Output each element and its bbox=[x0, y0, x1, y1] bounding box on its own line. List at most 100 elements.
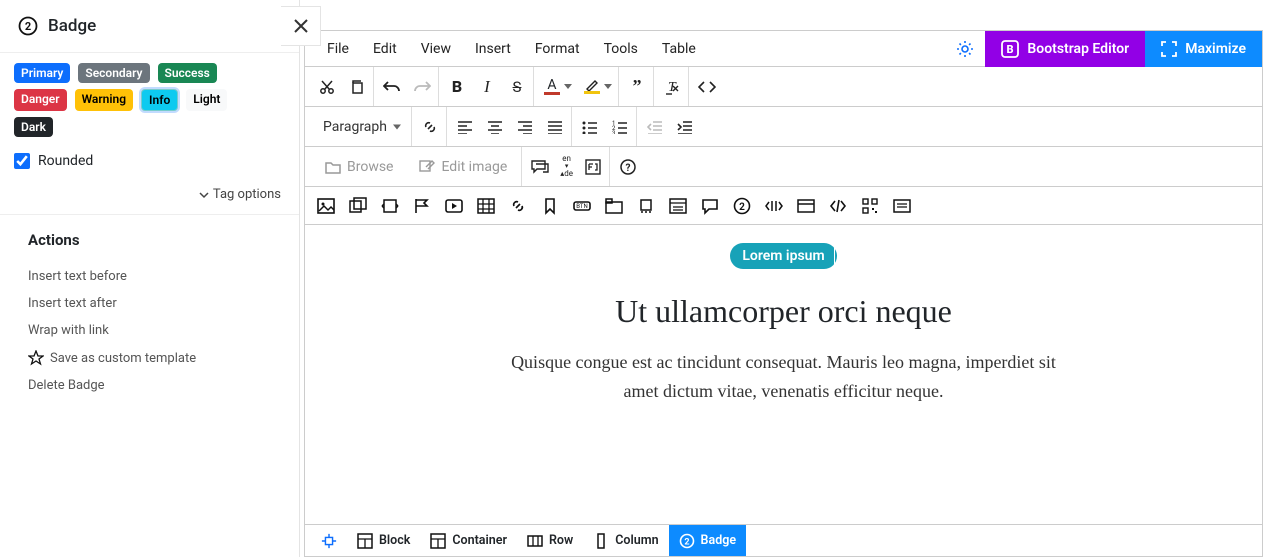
language-button[interactable]: en▾▴de bbox=[560, 157, 573, 177]
badge-option-danger[interactable]: Danger bbox=[14, 89, 67, 111]
align-right-button[interactable] bbox=[515, 117, 535, 137]
badge-option-warning[interactable]: Warning bbox=[75, 89, 133, 111]
breadcrumb-label: Column bbox=[615, 533, 658, 548]
action-label: Insert text after bbox=[28, 296, 117, 311]
preview-badge[interactable]: Lorem ipsum bbox=[730, 243, 836, 269]
align-left-button[interactable] bbox=[455, 117, 475, 137]
action-save-template[interactable]: Save as custom template bbox=[28, 344, 271, 372]
undo-button[interactable] bbox=[382, 77, 402, 97]
action-insert-after[interactable]: Insert text after bbox=[28, 290, 271, 317]
maximize-label: Maximize bbox=[1185, 41, 1246, 57]
text-color-button[interactable]: A bbox=[542, 78, 572, 95]
menu-insert[interactable]: Insert bbox=[463, 33, 523, 65]
breadcrumb-container[interactable]: Container bbox=[420, 525, 517, 556]
italic-button[interactable]: I bbox=[477, 77, 497, 97]
align-justify-button[interactable] bbox=[545, 117, 565, 137]
svg-text:3: 3 bbox=[612, 130, 615, 134]
action-insert-before[interactable]: Insert text before bbox=[28, 263, 271, 290]
comment-button[interactable] bbox=[530, 157, 550, 177]
insert-chat[interactable] bbox=[701, 197, 719, 215]
button-icon: BTN bbox=[573, 197, 591, 215]
breadcrumb-label: Row bbox=[549, 533, 573, 548]
html-icon bbox=[829, 197, 847, 215]
rounded-checkbox[interactable] bbox=[14, 153, 30, 169]
menu-view[interactable]: View bbox=[409, 33, 463, 65]
insert-card[interactable] bbox=[797, 197, 815, 215]
canvas-heading[interactable]: Ut ullamcorper orci neque bbox=[615, 293, 952, 330]
container-icon bbox=[430, 533, 446, 549]
edit-image-button[interactable]: Edit image bbox=[411, 159, 515, 175]
badge-option-primary[interactable]: Primary bbox=[14, 63, 70, 83]
breadcrumb-root[interactable] bbox=[311, 525, 347, 556]
text-color-swatch bbox=[544, 92, 560, 95]
breadcrumb-column[interactable]: Column bbox=[583, 525, 668, 556]
insert-qr[interactable] bbox=[861, 197, 879, 215]
sidebar-header: 2 Badge bbox=[0, 0, 299, 52]
numbered-list-button[interactable]: 123 bbox=[610, 117, 630, 137]
insert-bookmark[interactable] bbox=[541, 197, 559, 215]
canvas-paragraph[interactable]: Quisque congue est ac tincidunt consequa… bbox=[504, 348, 1064, 406]
breadcrumb-row[interactable]: Row bbox=[517, 525, 583, 556]
settings-button[interactable] bbox=[945, 31, 985, 67]
tag-options-toggle[interactable]: Tag options bbox=[14, 173, 285, 204]
copy-button[interactable] bbox=[347, 77, 367, 97]
highlight-color-button[interactable] bbox=[582, 79, 612, 94]
help-button[interactable]: ? bbox=[618, 157, 638, 177]
insert-html[interactable] bbox=[829, 197, 847, 215]
insert-image[interactable] bbox=[317, 197, 335, 215]
insert-video[interactable] bbox=[445, 197, 463, 215]
strike-button[interactable]: S bbox=[507, 77, 527, 97]
breadcrumb-block[interactable]: Block bbox=[347, 525, 420, 556]
paragraph-select[interactable]: Paragraph bbox=[317, 115, 405, 139]
bullet-list-button[interactable] bbox=[580, 117, 600, 137]
chat-icon bbox=[701, 197, 719, 215]
insert-link[interactable] bbox=[509, 197, 527, 215]
badge-option-light[interactable]: Light bbox=[186, 89, 227, 111]
insert-tabs[interactable] bbox=[605, 197, 623, 215]
maximize-button[interactable]: Maximize bbox=[1145, 31, 1262, 67]
breadcrumb-badge[interactable]: 2 Badge bbox=[669, 525, 747, 556]
video-icon bbox=[445, 197, 463, 215]
breadcrumb-label: Badge bbox=[701, 533, 737, 548]
comment-icon bbox=[531, 159, 549, 175]
badge-option-secondary[interactable]: Secondary bbox=[78, 63, 149, 83]
menu-format[interactable]: Format bbox=[523, 33, 592, 65]
badge-option-info[interactable]: Info bbox=[141, 89, 178, 111]
bootstrap-editor-button[interactable]: B Bootstrap Editor bbox=[985, 31, 1145, 67]
menu-tools[interactable]: Tools bbox=[592, 33, 650, 65]
insert-slider[interactable] bbox=[381, 197, 399, 215]
menu-edit[interactable]: Edit bbox=[361, 33, 409, 65]
editor-canvas[interactable]: Lorem ipsum Ut ullamcorper orci neque Qu… bbox=[305, 225, 1262, 524]
insert-section[interactable] bbox=[669, 197, 687, 215]
insert-form[interactable] bbox=[893, 197, 911, 215]
link-button[interactable] bbox=[420, 117, 440, 137]
redo-button[interactable] bbox=[412, 77, 432, 97]
menu-file[interactable]: File bbox=[315, 33, 361, 65]
badge-option-dark[interactable]: Dark bbox=[14, 117, 53, 137]
close-panel-button[interactable] bbox=[281, 6, 321, 46]
indent-button[interactable] bbox=[675, 117, 695, 137]
insert-carousel[interactable] bbox=[637, 197, 655, 215]
cut-button[interactable] bbox=[317, 77, 337, 97]
bold-button[interactable]: B bbox=[447, 77, 467, 97]
align-center-button[interactable] bbox=[485, 117, 505, 137]
insert-table[interactable] bbox=[477, 197, 495, 215]
insert-badge[interactable]: 2 bbox=[733, 197, 751, 215]
action-delete[interactable]: Delete Badge bbox=[28, 372, 271, 399]
browse-button[interactable]: Browse bbox=[317, 159, 401, 175]
insert-embed[interactable] bbox=[765, 197, 783, 215]
clear-format-button[interactable]: T bbox=[662, 77, 682, 97]
outdent-button[interactable] bbox=[645, 117, 665, 137]
action-wrap-link[interactable]: Wrap with link bbox=[28, 317, 271, 344]
menu-table[interactable]: Table bbox=[650, 33, 708, 65]
badge-icon: 2 bbox=[679, 533, 695, 549]
insert-button[interactable]: BTN bbox=[573, 197, 591, 215]
rounded-checkbox-row[interactable]: Rounded bbox=[14, 143, 285, 173]
insert-gallery[interactable] bbox=[349, 197, 367, 215]
blockquote-button[interactable]: ” bbox=[627, 77, 647, 97]
source-code-button[interactable] bbox=[697, 77, 717, 97]
insert-flag[interactable] bbox=[413, 197, 431, 215]
spellcheck-button[interactable] bbox=[583, 157, 603, 177]
block-icon bbox=[357, 533, 373, 549]
badge-option-success[interactable]: Success bbox=[158, 63, 217, 83]
